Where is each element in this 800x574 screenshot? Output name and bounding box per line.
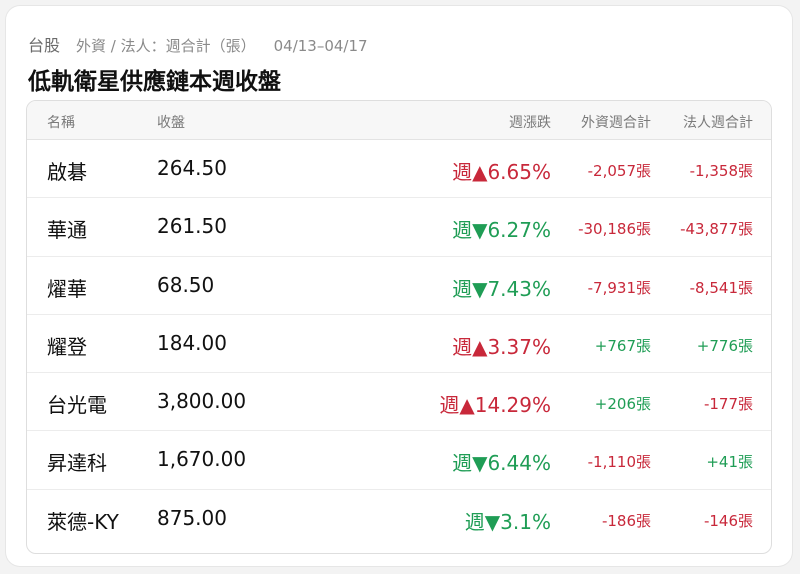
- stock-name: 台光電: [47, 393, 107, 418]
- close-price: 264.50: [157, 156, 227, 180]
- table-row[interactable]: 耀登 184.00 週▲3.37% +767張 +776張: [27, 315, 771, 374]
- close-price: 261.50: [157, 214, 227, 239]
- col-header-foreign: 外資週合計: [581, 115, 651, 131]
- units-label: 外資 / 法人：週合計（張）: [76, 37, 256, 55]
- weekly-change: 週▼7.43%: [452, 276, 551, 301]
- header-meta: 台股 外資 / 法人：週合計（張） 04/13–04/17: [28, 32, 368, 55]
- table-row[interactable]: 台光電 3,800.00 週▲14.29% +206張 -177張: [27, 373, 771, 432]
- foreign-weekly: -186張: [601, 511, 651, 530]
- weekly-change: 週▼6.44%: [452, 451, 551, 476]
- close-price: 1,670.00: [157, 447, 247, 472]
- table-header: 名稱 收盤 週漲跌 外資週合計 法人週合計: [27, 101, 771, 140]
- col-header-close: 收盤: [157, 115, 185, 131]
- foreign-weekly: +206張: [594, 395, 651, 414]
- foreign-weekly: -7,931張: [587, 278, 651, 297]
- table-row[interactable]: 昇達科 1,670.00 週▼6.44% -1,110張 +41張: [27, 431, 771, 490]
- col-header-change: 週漲跌: [509, 115, 551, 131]
- page-title: 低軌衛星供應鏈本週收盤: [28, 69, 281, 95]
- stock-table: 名稱 收盤 週漲跌 外資週合計 法人週合計 啟碁 264.50 週▲6.65% -2,…: [26, 100, 772, 554]
- institutional-weekly: -146張: [703, 511, 753, 530]
- weekly-change: 週▼3.1%: [464, 509, 551, 534]
- weekly-change: 週▲6.65%: [452, 160, 551, 184]
- table-body: 啟碁 264.50 週▲6.65% -2,057張 -1,358張華通 261.50 週▼6…: [27, 140, 771, 548]
- institutional-weekly: -43,877張: [680, 220, 753, 239]
- stock-name: 啟碁: [47, 160, 87, 184]
- foreign-weekly: -1,110張: [587, 453, 651, 472]
- stock-name: 華通: [47, 218, 87, 243]
- stock-name: 燿華: [47, 276, 87, 301]
- table-row[interactable]: 華通 261.50 週▼6.27% -30,186張 -43,877張: [27, 198, 771, 257]
- col-header-name: 名稱: [47, 115, 75, 131]
- market-label: 台股: [28, 36, 61, 55]
- stock-summary-card: 台股 外資 / 法人：週合計（張） 04/13–04/17 低軌衛星供應鏈本週收…: [6, 6, 792, 566]
- table-row[interactable]: 燿華 68.50 週▼7.43% -7,931張 -8,541張: [27, 257, 771, 315]
- close-price: 875.00: [157, 505, 227, 530]
- col-header-institutional: 法人週合計: [683, 115, 753, 131]
- close-price: 184.00: [157, 330, 227, 355]
- foreign-weekly: +767張: [594, 336, 651, 355]
- stock-name: 萊德-KY: [47, 509, 119, 534]
- institutional-weekly: +41張: [706, 453, 753, 472]
- institutional-weekly: -8,541張: [689, 278, 753, 297]
- foreign-weekly: -2,057張: [587, 162, 651, 180]
- institutional-weekly: -1,358張: [689, 162, 753, 180]
- close-price: 68.50: [157, 272, 215, 297]
- weekly-change: 週▲3.37%: [452, 334, 551, 359]
- foreign-weekly: -30,186張: [578, 220, 651, 239]
- weekly-change: 週▼6.27%: [452, 218, 551, 243]
- weekly-change: 週▲14.29%: [439, 393, 551, 418]
- institutional-weekly: +776張: [696, 336, 753, 355]
- date-range: 04/13–04/17: [273, 37, 368, 55]
- stock-name: 昇達科: [47, 451, 107, 476]
- table-row[interactable]: 啟碁 264.50 週▲6.65% -2,057張 -1,358張: [27, 140, 771, 199]
- close-price: 3,800.00: [157, 389, 247, 414]
- institutional-weekly: -177張: [703, 395, 753, 414]
- stock-name: 耀登: [47, 334, 87, 359]
- table-row[interactable]: 萊德-KY 875.00 週▼3.1% -186張 -146張: [27, 490, 771, 548]
